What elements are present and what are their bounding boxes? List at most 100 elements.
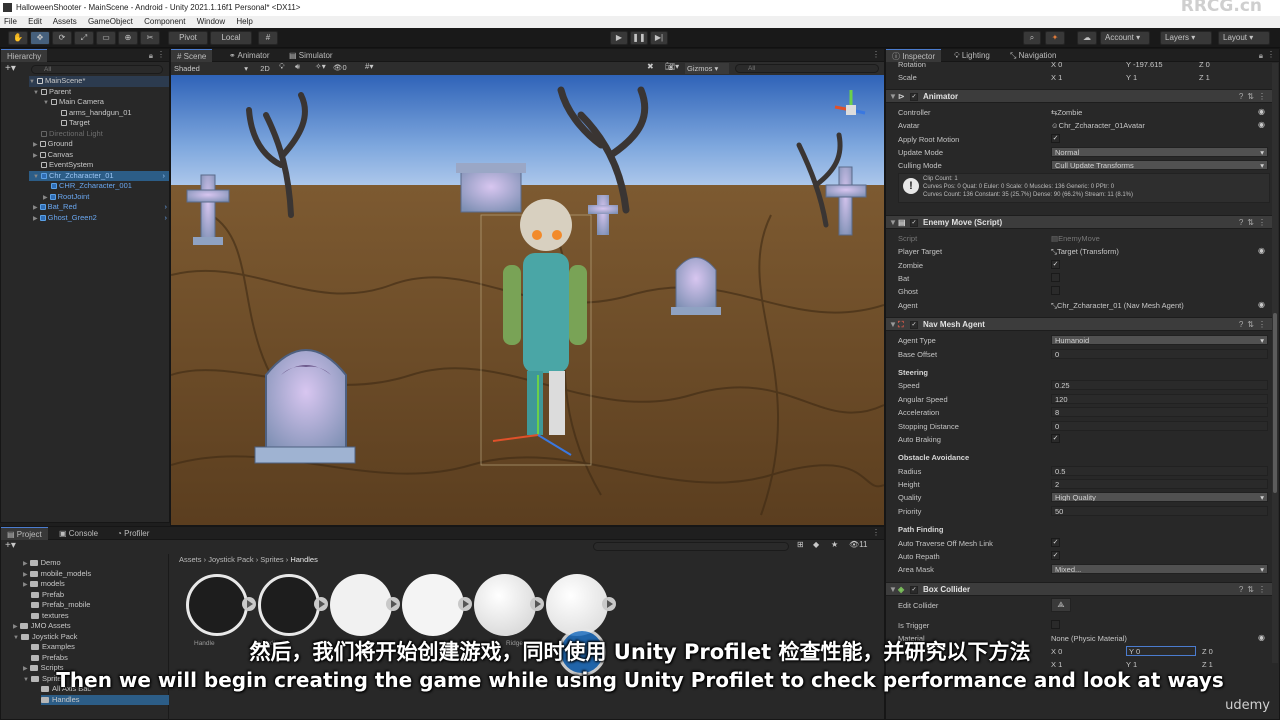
auto-repath-checkbox[interactable]: ✓ bbox=[1051, 551, 1060, 560]
collab-icon[interactable]: ✦ bbox=[1045, 31, 1065, 45]
lock-icon[interactable]: 🔒︎ bbox=[149, 51, 153, 61]
bat-checkbox[interactable] bbox=[1051, 273, 1060, 282]
grid-snap-button[interactable]: # bbox=[258, 31, 278, 45]
radius-input[interactable]: 0.5 bbox=[1051, 466, 1268, 476]
scene-viewport[interactable] bbox=[171, 75, 884, 525]
scale-x[interactable]: X 1 bbox=[1051, 73, 1062, 82]
box-collider-header[interactable]: ▼ ◈ ✓ Box Collider ?⇅⋮ bbox=[886, 582, 1278, 596]
base-offset-input[interactable]: 0 bbox=[1051, 349, 1268, 359]
quality-dropdown[interactable]: High Quality ▾ bbox=[1051, 492, 1268, 502]
cloud-icon[interactable]: ☁ bbox=[1077, 31, 1097, 45]
tab-console[interactable]: ▣ Console bbox=[53, 527, 104, 540]
is-trigger-checkbox[interactable] bbox=[1051, 620, 1060, 629]
custom-tool-button[interactable]: ✂ bbox=[140, 31, 160, 45]
stopping-distance-input[interactable]: 0 bbox=[1051, 421, 1268, 431]
hierarchy-item-ghost-green2[interactable]: ▶ Ghost_Green2 › bbox=[33, 213, 169, 224]
asset-expand-icon[interactable] bbox=[458, 597, 472, 611]
filter-label-icon[interactable]: ◆ bbox=[813, 540, 819, 549]
search-icon[interactable]: ⌕ bbox=[1023, 31, 1041, 45]
inspector-scroll-thumb[interactable] bbox=[1273, 313, 1277, 493]
menu-assets[interactable]: Assets bbox=[53, 17, 77, 26]
prefab-open-icon[interactable]: › bbox=[163, 171, 166, 182]
expand-arrow-icon[interactable]: ▶ bbox=[23, 572, 28, 578]
foldout-arrow-icon[interactable]: ▼ bbox=[889, 90, 897, 103]
breadcrumb-assets[interactable]: Assets bbox=[179, 555, 202, 564]
add-object-button[interactable]: +▾ bbox=[5, 63, 16, 74]
enemy-move-header[interactable]: ▼ ▤ ✓ Enemy Move (Script) ?⇅⋮ bbox=[886, 215, 1278, 229]
tab-animator[interactable]: ⚭ Animator bbox=[223, 49, 276, 62]
hierarchy-search-input[interactable]: All bbox=[31, 65, 163, 74]
create-asset-button[interactable]: +▾ bbox=[5, 540, 16, 551]
speed-input[interactable]: 0.25 bbox=[1051, 380, 1268, 390]
expand-arrow-icon[interactable]: ▼ bbox=[33, 174, 39, 180]
tools-icon[interactable]: ✖ bbox=[647, 62, 654, 71]
menu-component[interactable]: Component bbox=[144, 17, 185, 26]
rotation-x[interactable]: X 0 bbox=[1051, 60, 1062, 69]
expand-arrow-icon[interactable]: ▼ bbox=[29, 79, 35, 85]
ghost-checkbox[interactable] bbox=[1051, 286, 1060, 295]
shading-mode-dropdown[interactable]: Shaded ▾ bbox=[174, 63, 250, 74]
tab-project[interactable]: ▤ Project bbox=[1, 527, 48, 540]
more-menu-icon[interactable]: ⋮ bbox=[872, 528, 880, 537]
asset-handle[interactable] bbox=[186, 574, 248, 636]
hierarchy-item-eventsystem[interactable]: EventSystem bbox=[41, 160, 93, 171]
expand-arrow-icon[interactable]: ▼ bbox=[43, 100, 49, 106]
prefab-open-icon[interactable]: › bbox=[165, 202, 168, 213]
camera-settings-icon[interactable]: 📷︎▾ bbox=[665, 62, 679, 71]
rotation-y[interactable]: Y -197.615 bbox=[1126, 60, 1163, 69]
rotation-z[interactable]: Z 0 bbox=[1199, 60, 1210, 69]
scene-search-input[interactable]: All bbox=[735, 64, 879, 73]
project-search-input[interactable] bbox=[593, 542, 789, 551]
more-menu-icon[interactable]: ⋮ bbox=[157, 50, 165, 59]
more-menu-icon[interactable]: ⋮ bbox=[872, 50, 880, 59]
hierarchy-item-directional-light[interactable]: Directional Light bbox=[41, 129, 103, 140]
component-controls[interactable]: ?⇅⋮ bbox=[1239, 583, 1270, 596]
foldout-arrow-icon[interactable]: ▼ bbox=[889, 318, 897, 331]
object-picker-icon[interactable]: ◉ bbox=[1258, 107, 1265, 116]
prefab-open-icon[interactable]: › bbox=[165, 213, 168, 224]
menu-window[interactable]: Window bbox=[197, 17, 225, 26]
transform-tool-button[interactable]: ⊕ bbox=[118, 31, 138, 45]
play-button[interactable]: ▶ bbox=[610, 31, 628, 45]
menu-edit[interactable]: Edit bbox=[28, 17, 42, 26]
tab-hierarchy[interactable]: Hierarchy bbox=[1, 49, 48, 62]
asset-expand-icon[interactable] bbox=[602, 597, 616, 611]
hierarchy-item-chr-zcharacter[interactable]: ▼ Chr_Zcharacter_01 › bbox=[29, 170, 169, 182]
hierarchy-item-arms-handgun[interactable]: arms_handgun_01 bbox=[61, 108, 132, 119]
hand-tool-button[interactable]: ✋ bbox=[8, 31, 28, 45]
folder-demo[interactable]: ▶ Demo bbox=[23, 558, 61, 569]
asset-ridge[interactable] bbox=[474, 574, 536, 636]
expand-arrow-icon[interactable]: ▶ bbox=[33, 205, 38, 211]
expand-arrow-icon[interactable]: ▶ bbox=[23, 561, 28, 567]
hidden-objects-icon[interactable]: 👁︎0 bbox=[333, 63, 347, 72]
layout-dropdown[interactable]: Layout ▾ bbox=[1218, 31, 1270, 45]
menu-help[interactable]: Help bbox=[236, 17, 252, 26]
expand-arrow-icon[interactable]: ▶ bbox=[33, 216, 38, 222]
folder-handles[interactable]: Handles bbox=[41, 694, 169, 705]
hierarchy-item-target[interactable]: Target bbox=[61, 118, 90, 129]
tab-profiler[interactable]: ◔ Profiler bbox=[111, 527, 155, 540]
menu-file[interactable]: File bbox=[4, 17, 17, 26]
component-controls[interactable]: ?⇅⋮ bbox=[1239, 318, 1270, 331]
effects-toggle-icon[interactable]: ✧▾ bbox=[315, 62, 326, 71]
update-mode-dropdown[interactable]: Normal ▾ bbox=[1051, 147, 1268, 157]
tab-scene[interactable]: # Scene bbox=[171, 49, 213, 62]
avatar-field[interactable]: ☺Chr_Zcharacter_01Avatar bbox=[1051, 121, 1145, 130]
move-tool-button[interactable]: ✥ bbox=[30, 31, 50, 45]
asset-handle-filled[interactable] bbox=[330, 574, 392, 636]
asset-expand-icon[interactable] bbox=[530, 597, 544, 611]
asset-expand-icon[interactable] bbox=[242, 597, 256, 611]
asset-ridge-2[interactable] bbox=[546, 574, 608, 636]
edit-collider-button[interactable]: ⟁ bbox=[1051, 598, 1071, 612]
object-picker-icon[interactable]: ◉ bbox=[1258, 120, 1265, 129]
inspector-scrollbar[interactable] bbox=[1272, 63, 1278, 663]
layers-dropdown[interactable]: Layers ▾ bbox=[1160, 31, 1212, 45]
component-controls[interactable]: ?⇅⋮ bbox=[1239, 90, 1270, 103]
step-button[interactable]: ▶| bbox=[650, 31, 668, 45]
expand-arrow-icon[interactable]: ▶ bbox=[23, 582, 28, 588]
lighting-toggle-icon[interactable]: 💡︎ bbox=[279, 62, 285, 72]
filter-type-icon[interactable]: ⊞ bbox=[797, 540, 804, 549]
agent-type-dropdown[interactable]: Humanoid ▾ bbox=[1051, 335, 1268, 345]
rect-tool-button[interactable]: ▭ bbox=[96, 31, 116, 45]
breadcrumb-joystick-pack[interactable]: Joystick Pack bbox=[208, 555, 253, 564]
